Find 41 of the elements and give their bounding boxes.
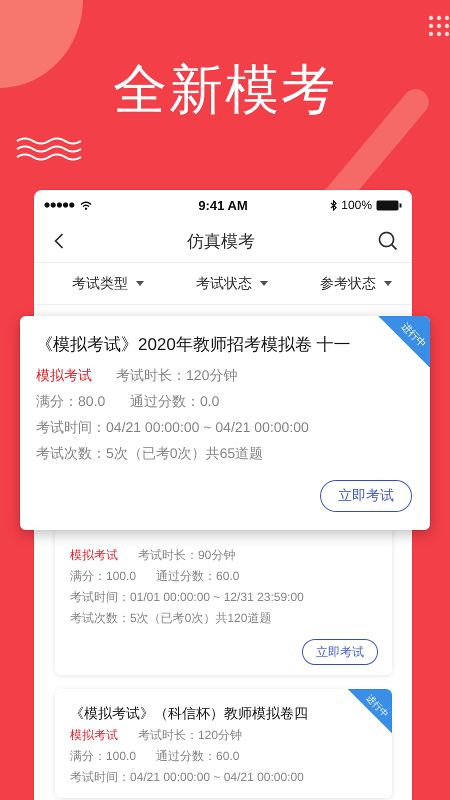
exam-type: 模拟考试 (70, 727, 118, 744)
caret-icon (260, 281, 268, 286)
start-exam-button[interactable]: 立即考试 (302, 639, 378, 665)
page-title: 仿真模考 (187, 230, 255, 252)
battery-percent: 100% (341, 198, 372, 212)
search-icon[interactable] (378, 231, 398, 251)
exam-time: 考试时间：04/21 00:00:00 ~ 04/21 00:00:00 (36, 418, 309, 437)
filter-dropdown[interactable]: 考试类型 (72, 272, 144, 294)
exam-duration: 考试时长：90分钟 (138, 547, 236, 564)
filter-dropdown[interactable]: 参考状态 (320, 272, 392, 294)
filter-dropdown[interactable]: 考试状态 (196, 272, 268, 294)
status-ribbon: 进行中 (348, 689, 392, 733)
exam-title: 《模拟考试》（科信杯）教师模拟卷四 (70, 704, 308, 723)
headline: 全新模考 (113, 59, 337, 122)
exam-type: 模拟考试 (70, 547, 118, 564)
battery-icon (376, 200, 402, 210)
exam-type: 模拟考试 (36, 366, 92, 385)
caret-icon (136, 281, 144, 286)
status-ribbon: 进行中 (378, 316, 430, 368)
exam-time: 考试时间：01/01 00:00:00 ~ 12/31 23:59:00 (70, 589, 304, 606)
exam-duration: 考试时长：120分钟 (116, 366, 238, 385)
full-score: 满分：100.0 (70, 748, 136, 765)
bluetooth-icon (330, 200, 338, 210)
start-exam-button[interactable]: 立即考试 (320, 480, 412, 512)
exam-attempts: 考试次数：5次（已考0次）共65道题 (36, 444, 264, 463)
full-score: 满分：100.0 (70, 568, 136, 585)
pass-score: 通过分数：60.0 (156, 748, 240, 765)
signal-icon (44, 202, 76, 208)
full-score: 满分：80.0 (36, 392, 106, 411)
wave-lines-icon (16, 137, 82, 161)
back-icon[interactable] (54, 233, 64, 249)
pass-score: 通过分数：0.0 (130, 392, 220, 411)
exam-title: 《模拟考试》2020年教师招考模拟卷 十一 (36, 334, 351, 356)
exam-duration: 考试时长：120分钟 (138, 727, 242, 744)
status-time: 9:41 AM (198, 198, 248, 212)
wifi-icon (80, 200, 92, 210)
caret-icon (384, 281, 392, 286)
exam-attempts: 考试次数：5次（已考0次）共120道题 (70, 610, 272, 627)
exam-time: 考试时间：04/21 00:00:00 ~ 04/21 00:00:00 (70, 769, 304, 786)
pass-score: 通过分数：60.0 (156, 568, 240, 585)
dot-grid-icon (428, 15, 450, 37)
